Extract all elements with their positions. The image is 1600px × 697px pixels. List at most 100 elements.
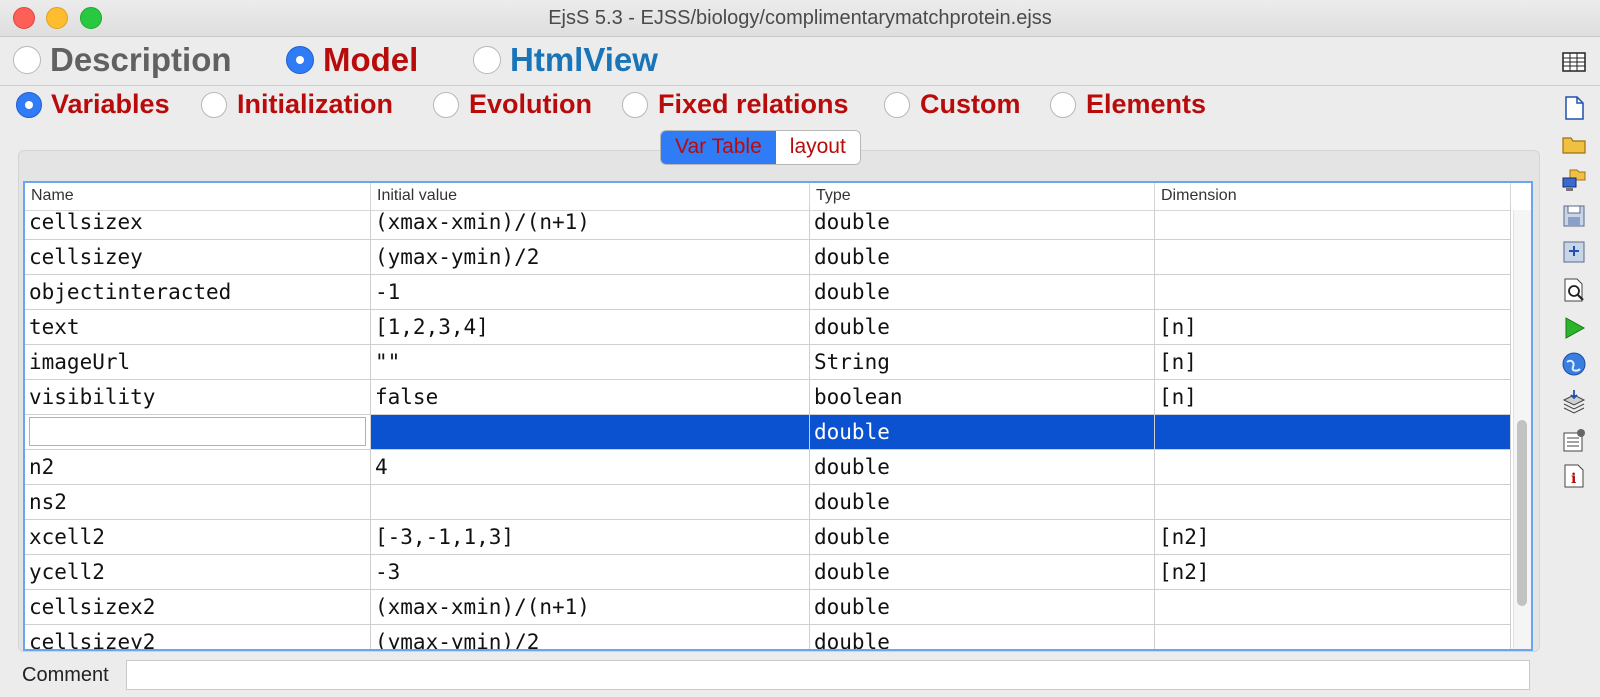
custom-radio[interactable] — [884, 92, 910, 118]
dimension-cell[interactable] — [1155, 275, 1511, 309]
dimension-cell[interactable]: [n2] — [1155, 520, 1511, 554]
name-cell[interactable]: text — [25, 310, 371, 344]
name-cell[interactable]: n2 — [25, 450, 371, 484]
initial-value-cell[interactable]: -1 — [371, 275, 810, 309]
table-row[interactable]: visibility false boolean [n] — [25, 380, 1511, 415]
tab-custom[interactable]: Custom — [920, 89, 1021, 120]
table-row[interactable]: xcell2 [-3,-1,1,3] double [n2] — [25, 520, 1511, 555]
name-cell[interactable]: ns2 — [25, 485, 371, 519]
comment-input[interactable] — [126, 660, 1530, 690]
initial-value-cell[interactable]: "" — [371, 345, 810, 379]
save-icon[interactable] — [1560, 202, 1588, 230]
dimension-cell[interactable] — [1155, 590, 1511, 624]
tab-initialization[interactable]: Initialization — [237, 89, 393, 120]
initial-value-cell[interactable] — [371, 485, 810, 519]
type-cell[interactable]: double — [810, 625, 1155, 649]
initial-value-cell[interactable]: (ymax-ymin)/2 — [371, 240, 810, 274]
segment-var-table[interactable]: Var Table — [661, 131, 776, 164]
dimension-cell[interactable] — [1155, 205, 1511, 239]
type-cell[interactable]: String — [810, 345, 1155, 379]
elements-radio[interactable] — [1050, 92, 1076, 118]
type-cell[interactable]: double — [810, 555, 1155, 589]
initial-value-cell[interactable]: [-3,-1,1,3] — [371, 520, 810, 554]
type-cell[interactable]: double — [810, 415, 1155, 449]
table-row[interactable]: objectinteracted -1 double — [25, 275, 1511, 310]
type-cell[interactable]: double — [810, 590, 1155, 624]
type-cell[interactable]: boolean — [810, 380, 1155, 414]
name-cell[interactable]: visibility — [25, 380, 371, 414]
table-row[interactable]: text [1,2,3,4] double [n] — [25, 310, 1511, 345]
table-row[interactable]: cellsizex2 (xmax-xmin)/(n+1) double — [25, 590, 1511, 625]
type-cell[interactable]: double — [810, 240, 1155, 274]
type-cell[interactable]: double — [810, 485, 1155, 519]
initial-value-cell[interactable]: (xmax-xmin)/(n+1) — [371, 205, 810, 239]
table-row[interactable]: cellsizey (ymax-ymin)/2 double — [25, 240, 1511, 275]
name-cell[interactable]: imageUrl — [25, 345, 371, 379]
scrollbar-thumb[interactable] — [1517, 420, 1527, 606]
name-cell[interactable]: objectinteracted — [25, 275, 371, 309]
name-edit-field[interactable] — [29, 417, 366, 446]
package-icon[interactable] — [1560, 388, 1588, 416]
variables-radio[interactable] — [16, 92, 42, 118]
table-row[interactable]: double — [25, 415, 1511, 450]
initial-value-cell[interactable] — [371, 415, 810, 449]
dimension-cell[interactable]: [n] — [1155, 380, 1511, 414]
dimension-cell[interactable] — [1155, 415, 1511, 449]
table-row[interactable]: ycell2 -3 double [n2] — [25, 555, 1511, 590]
dimension-cell[interactable] — [1155, 450, 1511, 484]
open-remote-icon[interactable] — [1560, 166, 1588, 194]
dimension-cell[interactable]: [n] — [1155, 345, 1511, 379]
dimension-cell[interactable]: [n] — [1155, 310, 1511, 344]
tab-description[interactable]: Description — [50, 41, 232, 79]
type-cell[interactable]: double — [810, 275, 1155, 309]
save-as-icon[interactable] — [1560, 238, 1588, 266]
web-icon[interactable] — [1560, 350, 1588, 378]
initial-value-cell[interactable]: (ymax-ymin)/2 — [371, 625, 810, 649]
name-cell[interactable] — [25, 415, 371, 449]
initialization-radio[interactable] — [201, 92, 227, 118]
open-folder-icon[interactable] — [1560, 130, 1588, 158]
table-row[interactable]: cellsizex (xmax-xmin)/(n+1) double — [25, 205, 1511, 240]
tab-variables[interactable]: Variables — [51, 89, 170, 120]
dimension-cell[interactable] — [1155, 240, 1511, 274]
evolution-radio[interactable] — [433, 92, 459, 118]
name-cell[interactable]: cellsizex2 — [25, 590, 371, 624]
model-radio[interactable] — [286, 46, 314, 74]
name-cell[interactable]: cellsizex — [25, 205, 371, 239]
table-view-icon[interactable] — [1560, 48, 1588, 76]
type-cell[interactable]: double — [810, 310, 1155, 344]
dimension-cell[interactable]: [n2] — [1155, 555, 1511, 589]
htmlview-radio[interactable] — [473, 46, 501, 74]
name-cell[interactable]: cellsizey2 — [25, 625, 371, 649]
table-row[interactable]: cellsizey2 (ymax-ymin)/2 double — [25, 625, 1511, 649]
segment-layout[interactable]: layout — [775, 131, 860, 164]
initial-value-cell[interactable]: (xmax-xmin)/(n+1) — [371, 590, 810, 624]
tab-fixed-relations[interactable]: Fixed relations — [658, 89, 849, 120]
type-cell[interactable]: double — [810, 520, 1155, 554]
info-icon[interactable]: i — [1560, 462, 1588, 490]
table-row[interactable]: n2 4 double — [25, 450, 1511, 485]
initial-value-cell[interactable]: -3 — [371, 555, 810, 589]
dimension-cell[interactable] — [1155, 485, 1511, 519]
tab-evolution[interactable]: Evolution — [469, 89, 592, 120]
initial-value-cell[interactable]: [1,2,3,4] — [371, 310, 810, 344]
preferences-icon[interactable] — [1560, 426, 1588, 454]
name-cell[interactable]: cellsizey — [25, 240, 371, 274]
type-cell[interactable]: double — [810, 205, 1155, 239]
tab-elements[interactable]: Elements — [1086, 89, 1206, 120]
table-scrollbar[interactable] — [1513, 210, 1531, 649]
dimension-cell[interactable] — [1155, 625, 1511, 649]
type-cell[interactable]: double — [810, 450, 1155, 484]
description-radio[interactable] — [13, 46, 41, 74]
search-icon[interactable] — [1560, 276, 1588, 304]
tab-model[interactable]: Model — [323, 41, 418, 79]
name-cell[interactable]: ycell2 — [25, 555, 371, 589]
initial-value-cell[interactable]: false — [371, 380, 810, 414]
new-file-icon[interactable] — [1560, 94, 1588, 122]
name-cell[interactable]: xcell2 — [25, 520, 371, 554]
run-icon[interactable] — [1560, 314, 1588, 342]
fixed-relations-radio[interactable] — [622, 92, 648, 118]
initial-value-cell[interactable]: 4 — [371, 450, 810, 484]
table-row[interactable]: imageUrl "" String [n] — [25, 345, 1511, 380]
tab-htmlview[interactable]: HtmlView — [510, 41, 658, 79]
